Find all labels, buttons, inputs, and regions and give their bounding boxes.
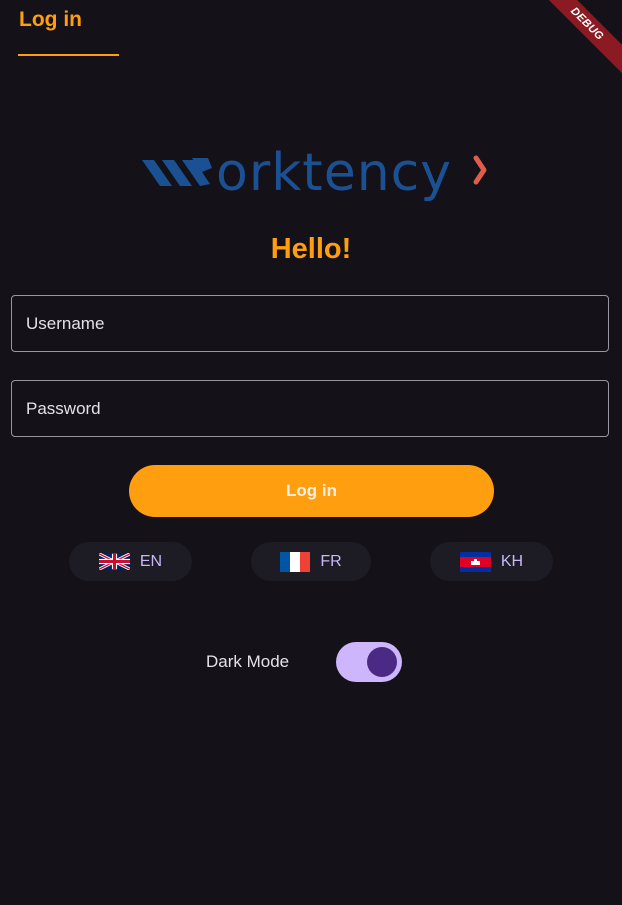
uk-flag-icon	[98, 553, 130, 570]
tab-indicator	[18, 54, 119, 56]
logo-text: orktency	[216, 143, 452, 203]
debug-banner: DEBUG	[542, 0, 622, 80]
language-fr-button[interactable]: FR	[251, 542, 371, 581]
france-flag-icon	[280, 551, 311, 572]
language-fr-label: FR	[320, 552, 342, 570]
password-input[interactable]	[26, 381, 594, 436]
language-en-label: EN	[139, 552, 163, 570]
login-button[interactable]: Log in	[129, 465, 494, 517]
toggle-thumb	[367, 647, 397, 677]
tab-login[interactable]: Log in	[19, 8, 82, 32]
app-logo: orktency	[142, 143, 487, 203]
debug-banner-label: DEBUG	[542, 0, 622, 78]
password-field[interactable]	[11, 380, 609, 437]
language-kh-label: KH	[500, 552, 524, 570]
logo-chevron-icon	[473, 155, 487, 185]
dark-mode-label: Dark Mode	[206, 652, 290, 671]
cambodia-flag-icon	[459, 551, 491, 572]
language-kh-button[interactable]: KH	[430, 542, 553, 581]
language-en-button[interactable]: EN	[69, 542, 192, 581]
username-field[interactable]	[11, 295, 609, 352]
dark-mode-toggle[interactable]	[336, 642, 402, 682]
greeting-title: Hello!	[270, 233, 352, 265]
username-input[interactable]	[26, 296, 594, 351]
